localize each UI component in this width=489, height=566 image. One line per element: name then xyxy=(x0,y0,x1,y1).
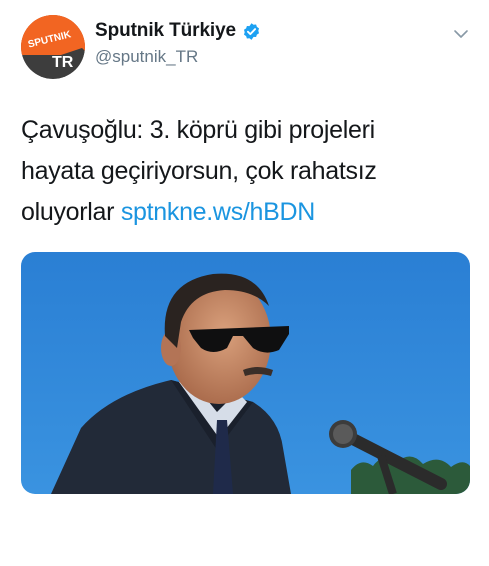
logo-country-code: TR xyxy=(52,54,74,71)
author-block: Sputnik Türkiye @sputnik_TR xyxy=(95,19,261,69)
tweet-card: SPUTNIK TR Sputnik Türkiye @sputnik_TR Ç… xyxy=(0,0,489,566)
account-avatar[interactable]: SPUTNIK TR xyxy=(21,15,85,79)
display-name[interactable]: Sputnik Türkiye xyxy=(95,20,236,42)
sputnik-logo-icon: SPUTNIK TR xyxy=(21,15,85,79)
tweet-text-fragment: oluyorlar xyxy=(21,198,121,226)
tweet-photo[interactable] xyxy=(21,252,470,494)
tweet-link[interactable]: sptnkne.ws/hBDN xyxy=(121,198,316,226)
tweet-text-line: oluyorlar sptnkne.ws/hBDN xyxy=(21,192,471,233)
tweet-text-line: Çavuşoğlu: 3. köprü gibi projeleri xyxy=(21,116,375,144)
account-handle[interactable]: @sputnik_TR xyxy=(95,47,261,67)
verified-badge-icon xyxy=(242,22,261,41)
tweet-text-line: hayata geçiriyorsun, çok rahatsız xyxy=(21,157,377,185)
tweet-text: Çavuşoğlu: 3. köprü gibi projeleri hayat… xyxy=(21,110,471,233)
photo-image xyxy=(21,252,470,494)
chevron-down-icon[interactable] xyxy=(451,24,471,44)
name-row: Sputnik Türkiye xyxy=(95,19,261,43)
